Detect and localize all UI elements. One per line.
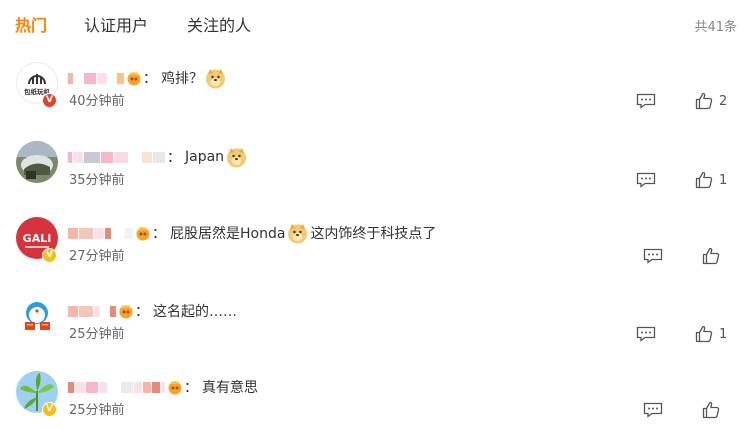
comment-text: 这名起的…… [153,304,237,320]
fan-crown-icon [136,227,150,241]
avatar[interactable] [16,295,58,337]
comment-content: ： 真有意思 [68,375,258,399]
comment-text: Japan [185,149,225,165]
thumbs-up-icon [695,92,713,110]
like-button[interactable]: 2 [695,91,727,111]
tab-hot[interactable]: 热门 [15,12,47,36]
fan-crown-icon [168,381,182,395]
comment-time: 35分钟前 [69,173,125,188]
thumbs-up-icon [695,171,713,189]
comment-item: GALI V ： 屁股居然是Honda 这内饰终于科技点了 27分钟前 [0,217,749,293]
comment-text-continued: 这内饰终于科技点了 [310,226,437,242]
comment-icon[interactable] [636,172,656,188]
like-count: 1 [719,172,728,188]
comment-icon[interactable] [643,402,663,418]
verified-badge: V [42,402,57,417]
comment-content: ： Japan [68,145,249,169]
like-button[interactable] [702,246,720,266]
comment-content: ： 这名起的…… [68,299,237,323]
comment-time: 27分钟前 [69,249,125,264]
thumbs-up-icon [702,401,720,419]
fan-crown-icon [119,305,133,319]
comment-content: ： 屁股居然是Honda 这内饰终于科技点了 [68,221,436,245]
comment-content: ： 鸡排？ [68,66,228,90]
username-blurred[interactable] [68,226,134,240]
like-button[interactable] [702,400,720,420]
tab-following[interactable]: 关注的人 [187,12,251,36]
doge-emoji-icon [206,68,225,88]
comment-icon[interactable] [636,326,656,342]
comment-time: 40分钟前 [69,94,125,109]
comment-icon[interactable] [636,93,656,109]
comment-text: 屁股居然是Honda [170,226,286,242]
username-blurred[interactable] [68,150,166,164]
tab-verified-users[interactable]: 认证用户 [84,12,148,36]
like-button[interactable]: 1 [695,170,727,190]
username-blurred[interactable] [68,71,125,85]
like-count: 2 [719,93,728,109]
doge-emoji-icon [227,147,247,167]
comment-text: 鸡排？ [161,71,203,87]
thumbs-up-icon [702,247,720,265]
username-blurred[interactable] [68,304,117,318]
verified-badge: V [42,93,57,108]
comment-item: 包纸玩机 V ： 鸡排？ 40分钟前 2 [0,62,749,138]
avatar[interactable] [16,141,58,183]
comment-total-count: 共41条 [694,20,737,35]
comment-time: 25分钟前 [69,403,125,418]
like-button[interactable]: 1 [695,324,727,344]
avatar-logo-text: GALI [23,232,52,245]
username-blurred[interactable] [68,380,166,394]
fan-crown-icon [127,72,141,86]
comment-item: ： Japan 35分钟前 1 [0,141,749,217]
comment-text: 真有意思 [202,380,258,396]
like-count: 1 [719,326,728,342]
thumbs-up-icon [695,325,713,343]
comment-item: ： 这名起的…… 25分钟前 1 [0,295,749,371]
doge-emoji-icon [288,223,308,243]
comment-time: 25分钟前 [69,327,125,342]
comment-tabs: 热门 认证用户 关注的人 共41条 [0,0,749,52]
comment-icon[interactable] [643,248,663,264]
comment-item: V ： 真有意思 25分钟前 [0,371,749,430]
verified-badge: V [42,248,57,263]
